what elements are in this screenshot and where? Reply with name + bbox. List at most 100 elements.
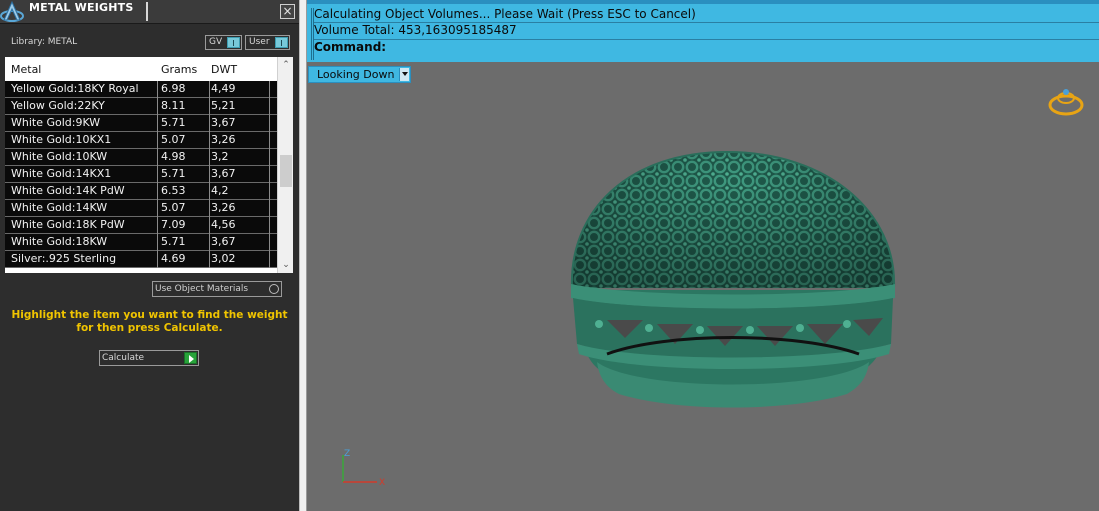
close-button[interactable]: ×	[280, 4, 295, 19]
cell-divider	[209, 132, 210, 149]
user-toggle[interactable]: User	[245, 35, 290, 50]
panel-splitter[interactable]	[299, 0, 307, 511]
cell-grams: 5.07	[161, 201, 186, 214]
gv-toggle[interactable]: GV	[205, 35, 242, 50]
cell-grams: 6.98	[161, 82, 186, 95]
table-row[interactable]: Yellow Gold:22KY 8.11 5,21	[5, 98, 277, 115]
cell-dwt: 3,2	[211, 150, 229, 163]
cell-divider	[209, 234, 210, 251]
cell-metal: Yellow Gold:22KY	[11, 99, 105, 112]
metal-table[interactable]: Metal Grams DWT Yellow Gold:18KY Royal 6.…	[5, 57, 293, 273]
toggle-knob-icon	[275, 37, 288, 48]
axis-x-label: X	[379, 478, 385, 487]
use-object-materials-button[interactable]: Use Object Materials	[152, 281, 282, 297]
cell-grams: 4.69	[161, 252, 186, 265]
cell-metal: White Gold:9KW	[11, 116, 101, 129]
chevron-down-icon[interactable]	[399, 68, 409, 81]
cell-metal: White Gold:14KW	[11, 201, 108, 214]
play-arrow-icon	[184, 352, 197, 364]
app-logo-icon	[0, 0, 24, 22]
cell-metal: Silver:.925 Sterling	[11, 252, 117, 265]
use-object-materials-label: Use Object Materials	[155, 284, 249, 294]
view-mode-dropdown[interactable]: Looking Down	[308, 66, 411, 83]
title-divider	[146, 2, 148, 21]
scroll-down-icon[interactable]: ⌄	[281, 260, 291, 270]
cell-grams: 7.09	[161, 218, 186, 231]
table-row[interactable]: White Gold:18KW 5.71 3,67	[5, 234, 277, 251]
cell-dwt: 3,26	[211, 201, 236, 214]
command-area: Calculating Object Volumes... Please Wai…	[307, 0, 1099, 62]
cell-divider	[209, 166, 210, 183]
cell-divider	[157, 98, 158, 115]
table-row[interactable]: Yellow Gold:18KY Royal 6.98 4,49	[5, 81, 277, 98]
cell-divider	[269, 251, 270, 268]
cell-divider	[209, 149, 210, 166]
cell-divider	[157, 166, 158, 183]
axis-indicator: Z X	[342, 449, 385, 487]
command-divider	[314, 39, 1099, 40]
cell-divider	[269, 183, 270, 200]
table-row[interactable]: Silver:.925 Sterling 4.69 3,02	[5, 251, 277, 268]
calculate-label: Calculate	[102, 353, 145, 363]
table-row[interactable]: White Gold:14KW 5.07 3,26	[5, 200, 277, 217]
cell-grams: 5.71	[161, 116, 186, 129]
cell-metal: White Gold:18K PdW	[11, 218, 125, 231]
cell-divider	[269, 200, 270, 217]
cell-divider	[209, 115, 210, 132]
table-row[interactable]: White Gold:10KW 4.98 3,2	[5, 149, 277, 166]
cell-dwt: 4,56	[211, 218, 236, 231]
cell-dwt: 5,21	[211, 99, 236, 112]
radio-icon	[269, 284, 279, 294]
cell-divider	[157, 200, 158, 217]
cell-divider	[269, 81, 270, 98]
cell-divider	[157, 234, 158, 251]
cell-grams: 4.98	[161, 150, 186, 163]
cell-divider	[157, 81, 158, 98]
scroll-thumb[interactable]	[280, 155, 292, 187]
cell-divider	[269, 217, 270, 234]
cell-metal: Yellow Gold:18KY Royal	[11, 82, 139, 95]
cell-divider	[209, 217, 210, 234]
cell-grams: 8.11	[161, 99, 186, 112]
hint-text: Highlight the item you want to find the …	[11, 309, 288, 334]
column-header-grams[interactable]: Grams	[161, 63, 197, 76]
cell-dwt: 3,67	[211, 116, 236, 129]
cell-dwt: 3,26	[211, 133, 236, 146]
cell-divider	[269, 166, 270, 183]
cell-dwt: 4,2	[211, 184, 229, 197]
cell-divider	[269, 115, 270, 132]
library-label: Library: METAL	[11, 37, 78, 47]
cell-divider	[157, 251, 158, 268]
command-output-line: Calculating Object Volumes... Please Wai…	[314, 7, 696, 21]
3d-viewport[interactable]: Z X Looking Down	[307, 62, 1099, 511]
scroll-up-icon[interactable]: ⌃	[281, 60, 291, 70]
cell-divider	[209, 251, 210, 268]
table-row[interactable]: White Gold:14KX1 5.71 3,67	[5, 166, 277, 183]
table-row[interactable]: White Gold:9KW 5.71 3,67	[5, 115, 277, 132]
cell-metal: White Gold:14K PdW	[11, 184, 125, 197]
cell-metal: White Gold:10KW	[11, 150, 108, 163]
cell-dwt: 4,49	[211, 82, 236, 95]
cell-grams: 5.71	[161, 235, 186, 248]
panel-title: METAL WEIGHTS	[29, 1, 134, 14]
table-row[interactable]: White Gold:14K PdW 6.53 4,2	[5, 183, 277, 200]
view-mode-label: Looking Down	[317, 68, 395, 81]
cell-divider	[209, 98, 210, 115]
column-header-dwt[interactable]: DWT	[211, 63, 237, 76]
ring-model[interactable]	[307, 62, 1099, 511]
table-body: Yellow Gold:18KY Royal 6.98 4,49 Yellow Gol…	[5, 81, 277, 268]
table-scrollbar[interactable]: ⌃ ⌄	[277, 57, 293, 273]
column-header-metal[interactable]: Metal	[11, 63, 41, 76]
panel-header: METAL WEIGHTS ×	[0, 0, 299, 24]
cell-divider	[157, 149, 158, 166]
cell-grams: 5.07	[161, 133, 186, 146]
cell-divider	[269, 149, 270, 166]
calculate-button[interactable]: Calculate	[99, 350, 199, 366]
command-prompt[interactable]: Command:	[314, 40, 386, 54]
view-navigator-icon[interactable]	[1047, 86, 1085, 118]
cell-divider	[209, 200, 210, 217]
cell-divider	[157, 115, 158, 132]
cell-divider	[157, 183, 158, 200]
table-row[interactable]: White Gold:18K PdW 7.09 4,56	[5, 217, 277, 234]
table-row[interactable]: White Gold:10KX1 5.07 3,26	[5, 132, 277, 149]
